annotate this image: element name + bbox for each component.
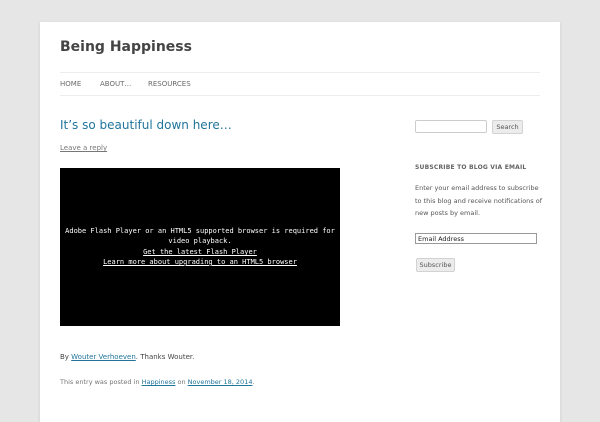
meta-prefix: This entry was posted in — [60, 378, 142, 386]
nav-item-about[interactable]: ABOUT… — [100, 80, 131, 88]
video-player[interactable]: Adobe Flash Player or an HTML5 supported… — [60, 168, 340, 326]
html5-browser-link[interactable]: Learn more about upgrading to an HTML5 b… — [60, 257, 340, 267]
entry-meta: This entry was posted in Happiness on No… — [60, 378, 255, 386]
credit-prefix: By — [60, 353, 72, 361]
subscribe-description: Enter your email address to subscribe to… — [415, 184, 543, 217]
author-link[interactable]: Wouter Verhoeven — [71, 353, 136, 361]
page-container: Being Happiness HOME ABOUT… RESOURCES It… — [40, 22, 560, 422]
leave-reply-link[interactable]: Leave a reply — [60, 144, 107, 152]
flash-player-link[interactable]: Get the latest Flash Player — [60, 247, 340, 257]
main-navigation: HOME ABOUT… RESOURCES — [60, 72, 540, 96]
meta-middle: on — [175, 378, 188, 386]
search-input[interactable] — [415, 120, 487, 133]
search-button[interactable]: Search — [492, 120, 523, 134]
video-fallback-message: Adobe Flash Player or an HTML5 supported… — [65, 227, 335, 245]
credit-suffix: . Thanks Wouter. — [135, 353, 195, 361]
email-field[interactable] — [415, 233, 537, 244]
subscribe-widget-title: SUBSCRIBE TO BLOG VIA EMAIL — [415, 164, 527, 171]
date-link[interactable]: November 18, 2014 — [188, 378, 253, 386]
nav-item-resources[interactable]: RESOURCES — [148, 80, 191, 88]
post-credit: By Wouter Verhoeven. Thanks Wouter. — [60, 353, 194, 361]
site-title[interactable]: Being Happiness — [60, 39, 192, 55]
post-title[interactable]: It’s so beautiful down here… — [60, 118, 232, 132]
subscribe-button[interactable]: Subscribe — [416, 258, 455, 272]
nav-item-home[interactable]: HOME — [60, 80, 81, 88]
meta-suffix: . — [252, 378, 255, 386]
category-link[interactable]: Happiness — [142, 378, 176, 386]
